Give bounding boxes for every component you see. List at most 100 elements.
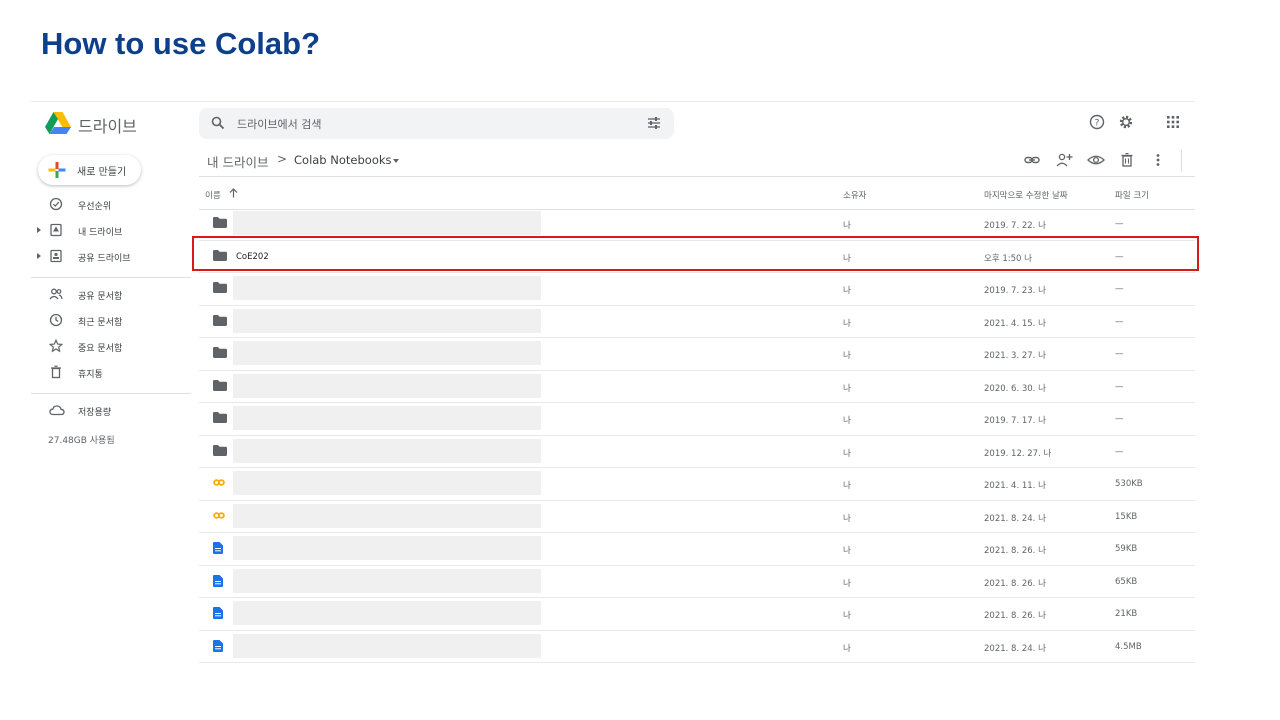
file-owner: 나 [843, 221, 851, 231]
sort-arrow-up-icon[interactable] [229, 188, 238, 198]
column-header-name[interactable]: 이름 [205, 189, 221, 201]
file-owner: 나 [843, 416, 851, 426]
document-icon [213, 574, 223, 587]
search-input[interactable]: 드라이브에서 검색 [237, 116, 321, 132]
sidebar-item-shared-with-me[interactable]: 공유 문서함 [31, 284, 191, 306]
file-modified: 2019. 7. 23. 나 [984, 286, 1046, 296]
sidebar-item-label: 휴지통 [78, 370, 103, 380]
drive-logo-text[interactable]: 드라이브 [78, 113, 137, 137]
expand-arrow-icon[interactable] [37, 253, 41, 259]
file-size: — [1115, 219, 1124, 229]
file-row[interactable]: 나 2019. 7. 17. 나 — [199, 403, 1195, 436]
document-icon [213, 607, 223, 619]
folder-icon [213, 217, 227, 228]
trash-icon[interactable] [1119, 152, 1135, 168]
sidebar-divider [31, 393, 191, 394]
column-header-owner[interactable]: 소유자 [843, 189, 866, 201]
apps-grid-icon[interactable] [1167, 116, 1179, 128]
file-modified: 2021. 8. 26. 나 [984, 546, 1046, 556]
folder-icon [213, 412, 227, 423]
file-modified: 2021. 8. 26. 나 [984, 578, 1046, 589]
plus-icon [48, 162, 66, 178]
file-size: 59KB [1115, 544, 1138, 554]
storage-cloud-icon [49, 405, 65, 416]
sidebar-item-label: 공유 드라이브 [78, 254, 131, 264]
file-row[interactable]: 나 2021. 3. 27. 나 — [199, 338, 1195, 371]
redacted-file-name [233, 633, 541, 658]
sidebar-item-my-drive[interactable]: 내 드라이브 [31, 220, 191, 242]
file-modified: 2021. 3. 27. 나 [984, 351, 1046, 361]
sidebar-item-storage[interactable]: 저장용량 [31, 400, 191, 422]
redacted-file-name [233, 308, 541, 333]
file-row[interactable]: 나 2019. 7. 23. 나 — [199, 273, 1195, 306]
search-bar[interactable]: 드라이브에서 검색 [199, 108, 674, 139]
file-owner: 나 [843, 643, 851, 654]
svg-text:?: ? [1095, 119, 1100, 129]
file-size: 21KB [1115, 609, 1138, 619]
file-size: — [1115, 349, 1124, 359]
redacted-file-name [233, 211, 541, 235]
document-icon [213, 542, 223, 554]
file-row[interactable]: 나 2021. 4. 11. 나 530KB [199, 468, 1195, 501]
get-link-icon[interactable] [1024, 152, 1040, 168]
sidebar-item-shared-drives[interactable]: 공유 드라이브 [31, 246, 191, 268]
share-add-person-icon[interactable] [1055, 152, 1073, 168]
preview-eye-icon[interactable] [1087, 152, 1105, 168]
breadcrumb-current-folder[interactable]: Colab Notebooks [294, 153, 392, 167]
file-row[interactable]: 나 2019. 12. 27. 나 — [199, 436, 1195, 468]
file-row[interactable]: 나 2020. 6. 30. 나 — [199, 371, 1195, 403]
colab-icon [213, 479, 225, 486]
highlight-box [192, 236, 1199, 271]
file-modified: 2021. 8. 26. 나 [984, 611, 1046, 621]
file-size: — [1115, 284, 1124, 294]
file-owner: 나 [843, 578, 851, 589]
file-modified: 2021. 4. 15. 나 [984, 318, 1046, 329]
file-row[interactable]: 나 2021. 8. 26. 나 21KB [199, 598, 1195, 631]
chevron-down-icon[interactable] [393, 159, 399, 163]
sidebar-item-trash[interactable]: 휴지통 [31, 362, 191, 384]
my-drive-icon [50, 223, 62, 237]
folder-icon [213, 347, 227, 358]
breadcrumb-root[interactable]: 내 드라이브 [207, 152, 268, 171]
redacted-file-name [233, 503, 541, 528]
file-owner: 나 [843, 383, 851, 394]
sidebar-item-priority[interactable]: 우선순위 [31, 194, 191, 216]
sidebar-item-starred[interactable]: 중요 문서함 [31, 336, 191, 358]
folder-icon [213, 314, 227, 326]
more-options-icon[interactable] [1151, 152, 1165, 168]
settings-gear-icon[interactable] [1118, 114, 1134, 130]
file-modified: 2020. 6. 30. 나 [984, 383, 1046, 394]
sidebar-item-recent[interactable]: 최근 문서함 [31, 310, 191, 332]
shared-with-me-icon [49, 288, 63, 300]
help-icon[interactable]: ? [1089, 114, 1105, 130]
file-row[interactable]: 나 2021. 8. 26. 나 59KB [199, 533, 1195, 566]
file-modified: 2021. 4. 11. 나 [984, 481, 1046, 491]
file-owner: 나 [843, 546, 851, 556]
file-row[interactable]: 나 2021. 4. 15. 나 — [199, 306, 1195, 338]
storage-used-text: 27.48GB 사용됨 [48, 436, 115, 446]
colab-icon [213, 511, 225, 519]
file-owner: 나 [843, 286, 851, 296]
sidebar-item-label: 저장용량 [78, 408, 112, 418]
file-modified: 2019. 7. 17. 나 [984, 416, 1046, 426]
sidebar-item-label: 최근 문서함 [78, 318, 123, 328]
new-button[interactable]: 새로 만들기 [38, 155, 141, 185]
file-modified: 2019. 12. 27. 나 [984, 448, 1052, 459]
folder-icon [213, 282, 227, 293]
column-header-modified[interactable]: 마지막으로 수정한 날짜 [984, 189, 1068, 201]
file-row[interactable]: 나 2021. 8. 24. 나 4.5MB [199, 631, 1195, 663]
sidebar-item-label: 우선순위 [78, 202, 112, 212]
breadcrumb-separator: > [277, 152, 288, 166]
redacted-file-name [233, 568, 541, 593]
redacted-file-name [233, 373, 541, 398]
search-icon[interactable] [211, 116, 225, 130]
file-row[interactable]: Untitled0.ipynb나2021. 8. 24. 나351바이트 [199, 663, 1195, 670]
search-options-icon[interactable] [647, 116, 661, 130]
expand-arrow-icon[interactable] [37, 227, 41, 233]
file-row[interactable]: 나 2021. 8. 26. 나 65KB [199, 566, 1195, 598]
column-header-size[interactable]: 파일 크기 [1115, 189, 1149, 201]
file-row[interactable]: 나 2021. 8. 24. 나 15KB [199, 501, 1195, 533]
redacted-file-name [233, 471, 541, 495]
file-owner: 나 [843, 513, 851, 524]
slide-title: How to use Colab? [41, 26, 320, 61]
